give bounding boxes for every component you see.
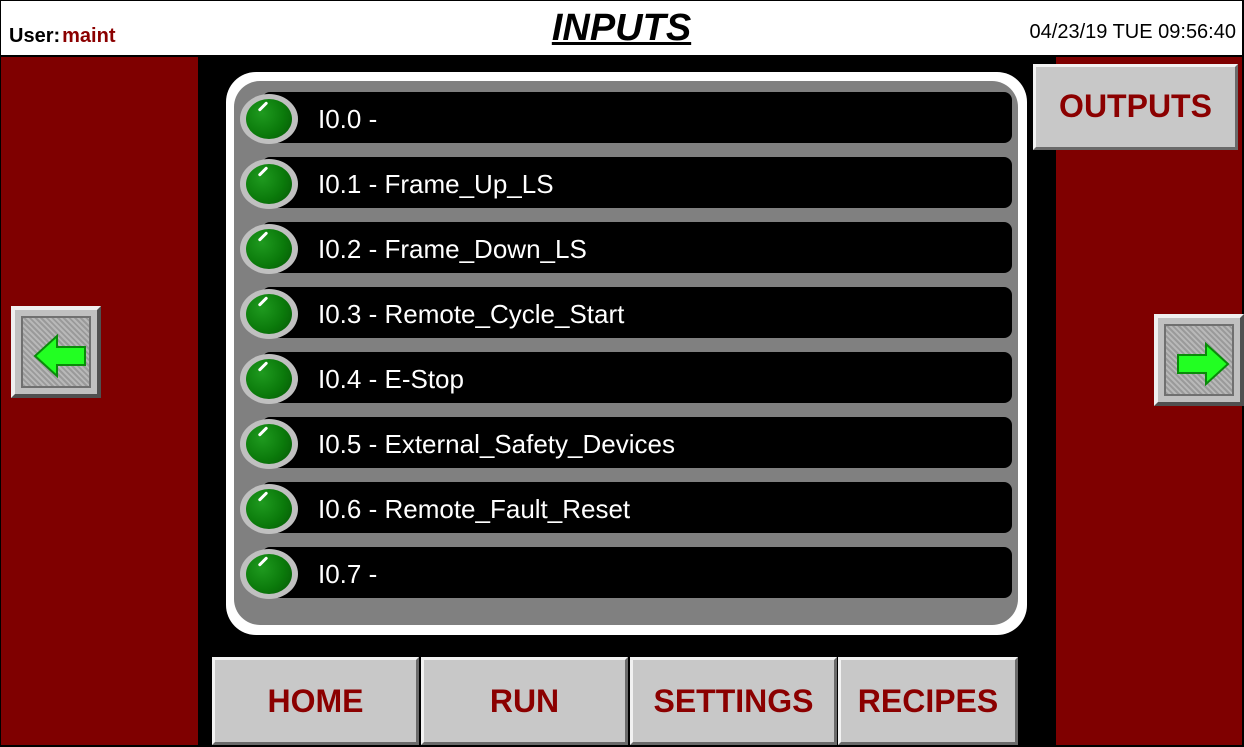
status-lamp-icon [240,224,298,274]
input-list: I0.0 - I0.1 - Frame_Up_LS I0.2 - Frame_D… [234,81,1018,625]
next-page-button[interactable] [1154,314,1244,406]
input-label: I0.0 - [318,104,378,134]
input-label: I0.3 - Remote_Cycle_Start [318,299,625,329]
input-label: I0.5 - External_Safety_Devices [318,429,675,459]
header-bar: User: maint INPUTS 04/23/19 TUE 09:56:40 [1,1,1242,57]
status-lamp-icon [240,289,298,339]
status-lamp-icon [240,549,298,599]
input-label: I0.1 - Frame_Up_LS [318,169,554,199]
left-arrow-icon [33,334,86,378]
input-row: I0.0 - [234,86,1018,151]
datetime-display: 04/23/19 TUE 09:56:40 [1029,21,1236,43]
input-label: I0.2 - Frame_Down_LS [318,234,587,264]
status-lamp-icon [240,159,298,209]
input-row: I0.5 - External_Safety_Devices [234,411,1018,476]
outputs-button[interactable]: OUTPUTS [1033,64,1238,150]
previous-page-button[interactable] [11,306,101,398]
input-row: I0.4 - E-Stop [234,346,1018,411]
recipes-button[interactable]: RECIPES [838,657,1018,745]
status-lamp-icon [240,354,298,404]
arrow-button-face [21,316,91,388]
input-row: I0.2 - Frame_Down_LS [234,216,1018,281]
status-lamp-icon [240,94,298,144]
right-arrow-icon [1177,342,1230,386]
run-button[interactable]: RUN [421,657,628,745]
status-lamp-icon [240,419,298,469]
input-row: I0.1 - Frame_Up_LS [234,151,1018,216]
arrow-button-face [1164,324,1234,396]
input-label: I0.7 - [318,559,378,589]
input-label: I0.6 - Remote_Fault_Reset [318,494,631,524]
settings-button[interactable]: SETTINGS [630,657,837,745]
input-label: I0.4 - E-Stop [318,364,464,394]
left-side-panel [1,57,198,745]
input-row: I0.7 - [234,541,1018,606]
home-button[interactable]: HOME [212,657,419,745]
input-row: I0.3 - Remote_Cycle_Start [234,281,1018,346]
status-lamp-icon [240,484,298,534]
input-row: I0.6 - Remote_Fault_Reset [234,476,1018,541]
